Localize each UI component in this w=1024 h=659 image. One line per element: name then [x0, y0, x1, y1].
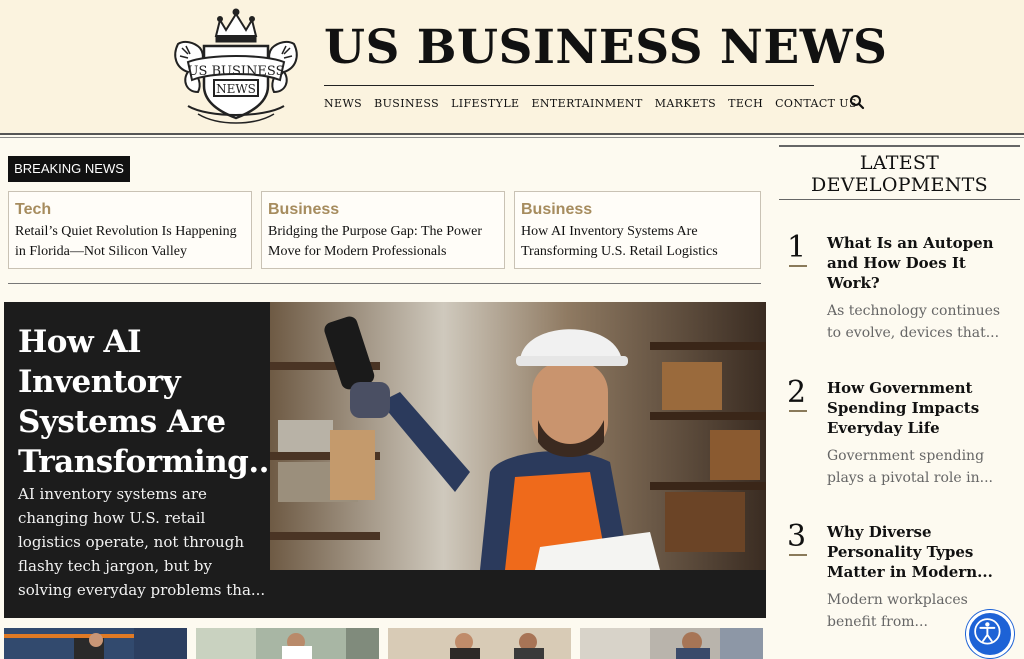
- site-header: US BUSINESS NEWS US BUSINESS NEWS NEWS B…: [0, 0, 1024, 133]
- card-category[interactable]: Tech: [15, 200, 245, 220]
- header-divider-thin: [0, 137, 1024, 138]
- article-thumbnail[interactable]: [196, 628, 379, 659]
- latest-item[interactable]: 2 How Government Spending Impacts Everyd…: [787, 378, 1012, 498]
- breaking-news-card[interactable]: Business Bridging the Purpose Gap: The P…: [261, 191, 505, 269]
- item-number: 1: [787, 230, 807, 265]
- item-number-underline: [789, 265, 807, 267]
- sidebar-divider-top: [779, 145, 1020, 147]
- featured-excerpt: AI inventory systems are changing how U.…: [18, 485, 266, 599]
- nav-entertainment[interactable]: ENTERTAINMENT: [531, 97, 642, 110]
- nav-tech[interactable]: TECH: [728, 97, 763, 110]
- site-title[interactable]: US BUSINESS NEWS: [324, 20, 887, 75]
- sidebar-divider-bottom: [779, 199, 1020, 200]
- breaking-news-label: BREAKING NEWS: [8, 156, 130, 182]
- featured-article[interactable]: How AI Inventory Systems Are Transformin…: [4, 302, 766, 618]
- item-title[interactable]: What Is an Autopen and How Does It Work?: [827, 233, 1012, 293]
- item-number: 3: [787, 519, 807, 554]
- sidebar-heading-line2: DEVELOPMENTS: [811, 174, 988, 196]
- nav-news[interactable]: NEWS: [324, 97, 362, 110]
- card-title[interactable]: Bridging the Purpose Gap: The Power Move…: [268, 222, 498, 262]
- main-nav: NEWS BUSINESS LIFESTYLE ENTERTAINMENT MA…: [324, 97, 869, 110]
- logo-text-top: US BUSINESS: [188, 64, 285, 79]
- nav-lifestyle[interactable]: LIFESTYLE: [451, 97, 519, 110]
- nav-contact-us[interactable]: CONTACT US: [775, 97, 857, 110]
- accessibility-icon[interactable]: [966, 610, 1014, 658]
- sidebar-heading-line1: LATEST: [859, 152, 940, 174]
- card-title[interactable]: Retail’s Quiet Revolution Is Happening i…: [15, 222, 245, 262]
- article-thumbnail[interactable]: [388, 628, 571, 659]
- section-divider: [8, 283, 761, 284]
- breaking-news-card[interactable]: Tech Retail’s Quiet Revolution Is Happen…: [8, 191, 252, 269]
- card-category[interactable]: Business: [521, 200, 754, 220]
- card-title[interactable]: How AI Inventory Systems Are Transformin…: [521, 222, 754, 262]
- featured-title[interactable]: How AI Inventory Systems Are Transformin…: [18, 322, 280, 482]
- item-excerpt: As technology continues to evolve, devic…: [827, 303, 1001, 341]
- item-excerpt: Government spending plays a pivotal role…: [827, 448, 993, 486]
- site-logo[interactable]: US BUSINESS NEWS: [168, 6, 304, 128]
- nav-business[interactable]: BUSINESS: [374, 97, 439, 110]
- article-thumbnail[interactable]: [4, 628, 187, 659]
- breaking-news-card[interactable]: Business How AI Inventory Systems Are Tr…: [514, 191, 761, 269]
- featured-image[interactable]: [270, 302, 766, 570]
- logo-text-bottom: NEWS: [216, 82, 256, 96]
- item-title[interactable]: How Government Spending Impacts Everyday…: [827, 378, 1012, 438]
- sidebar-heading: LATEST DEVELOPMENTS: [779, 152, 1020, 196]
- title-divider: [324, 85, 814, 86]
- item-number-underline: [789, 410, 807, 412]
- header-divider: [0, 133, 1024, 135]
- latest-item[interactable]: 1 What Is an Autopen and How Does It Wor…: [787, 233, 1012, 353]
- nav-markets[interactable]: MARKETS: [655, 97, 716, 110]
- item-number: 2: [787, 375, 807, 410]
- item-title[interactable]: Why Diverse Personality Types Matter in …: [827, 522, 1012, 582]
- card-category[interactable]: Business: [268, 200, 498, 220]
- search-icon[interactable]: [849, 94, 865, 110]
- item-number-underline: [789, 554, 807, 556]
- article-thumbnail[interactable]: [580, 628, 763, 659]
